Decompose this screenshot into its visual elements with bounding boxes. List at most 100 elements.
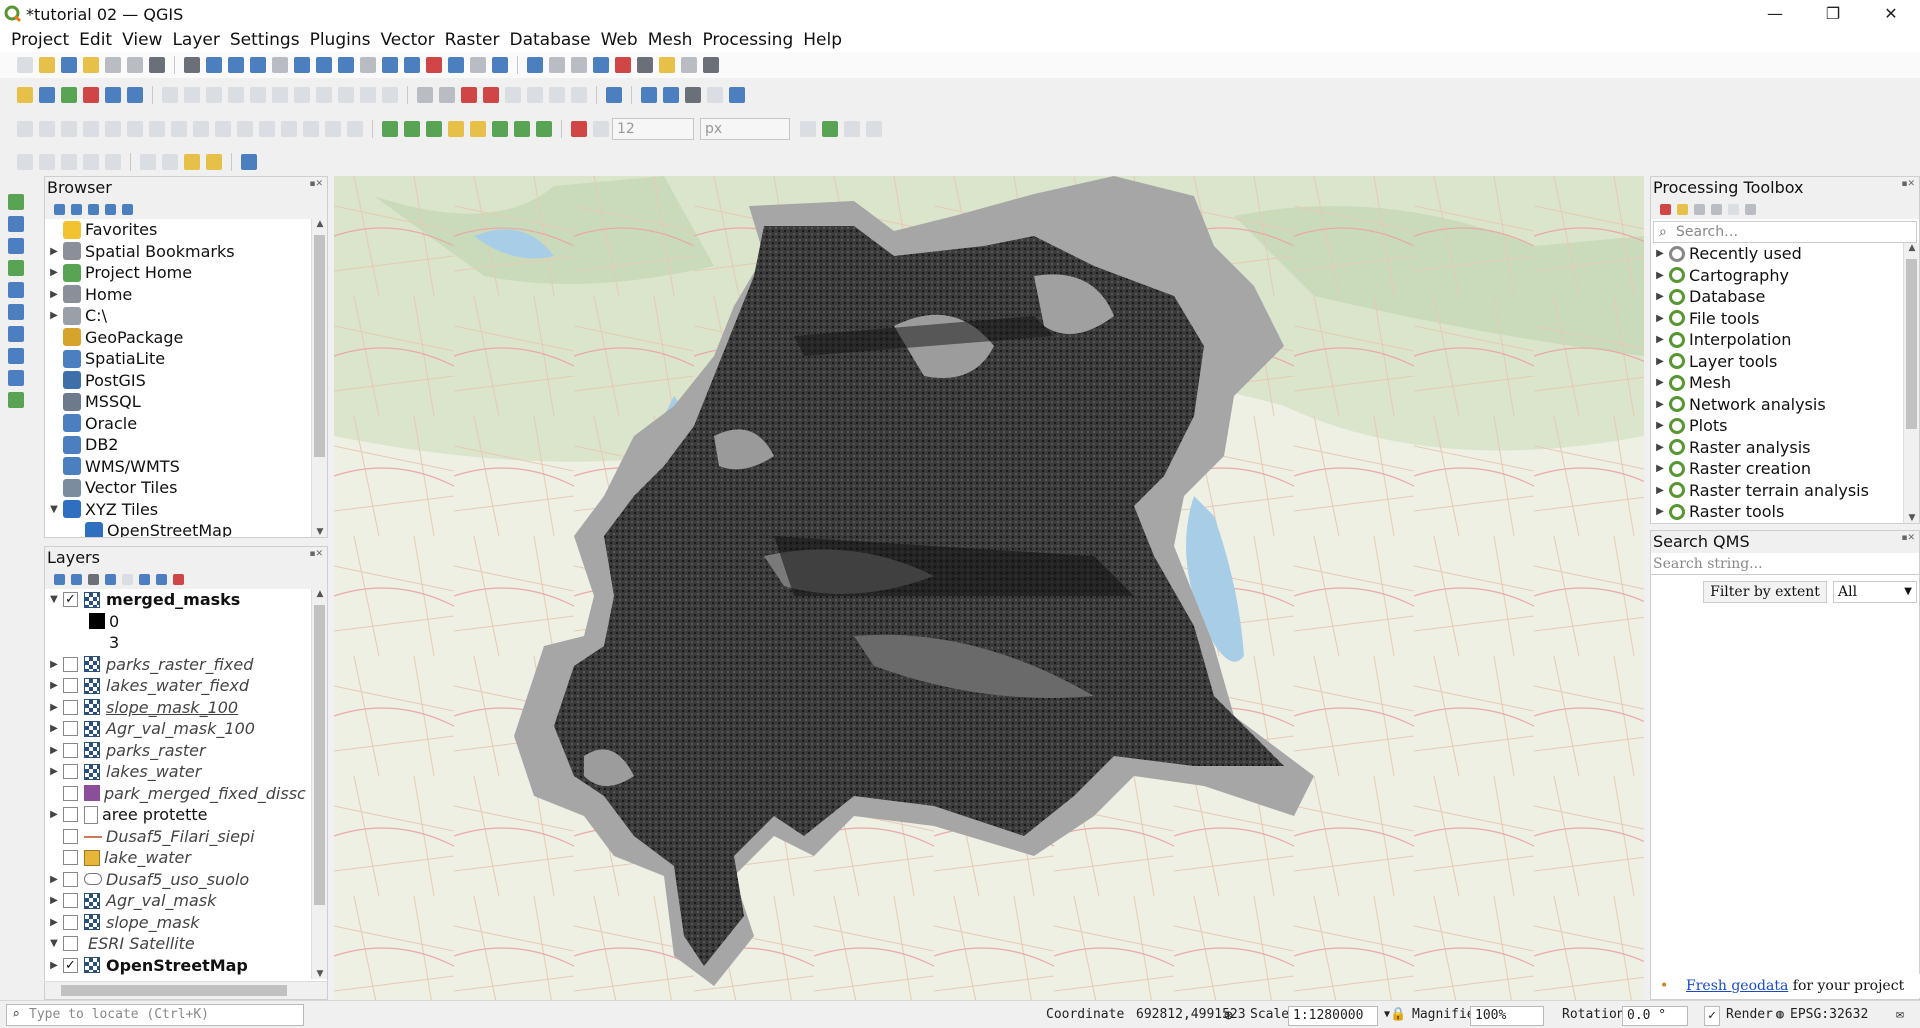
layer-item[interactable]: park_merged_fixed_dissc bbox=[45, 783, 309, 805]
edit-features-in-place-icon[interactable] bbox=[1728, 203, 1739, 215]
add-spatialite-icon[interactable] bbox=[8, 282, 24, 298]
layer-visibility-checkbox[interactable] bbox=[63, 721, 78, 737]
add-rectangle-icon[interactable] bbox=[61, 154, 77, 170]
rotate-label-icon[interactable] bbox=[527, 87, 543, 103]
locator-input[interactable]: ⌕ Type to locate (Ctrl+K) bbox=[6, 1004, 304, 1026]
select-by-expression-icon[interactable] bbox=[162, 154, 178, 170]
processing-provider[interactable]: ▶ Database bbox=[1651, 286, 1901, 308]
print-layout-icon[interactable] bbox=[105, 57, 121, 73]
qms-add-service-icon[interactable] bbox=[641, 87, 657, 103]
layer-visibility-checkbox[interactable] bbox=[63, 850, 78, 866]
layer-item[interactable]: ▼ ESRI Satellite bbox=[45, 933, 309, 955]
merge-attributes-icon[interactable] bbox=[303, 121, 319, 137]
layer-item[interactable]: ▶ parks_raster bbox=[45, 740, 309, 762]
browser-scrollbar[interactable]: ▲ ▼ bbox=[311, 219, 327, 537]
layer-item[interactable]: ▶ parks_raster_fixed bbox=[45, 654, 309, 676]
zoom-to-layer-icon[interactable] bbox=[338, 57, 354, 73]
layer-item[interactable]: 3 bbox=[45, 632, 309, 654]
highlight-labels-icon[interactable] bbox=[461, 87, 477, 103]
processing-provider[interactable]: ▶ Recently used bbox=[1651, 243, 1901, 265]
add-circle-icon[interactable] bbox=[17, 154, 33, 170]
add-delimited-icon[interactable] bbox=[8, 260, 24, 276]
add-vector-icon[interactable] bbox=[8, 194, 24, 210]
save-project-icon[interactable] bbox=[61, 57, 77, 73]
save-edits-icon[interactable] bbox=[206, 87, 222, 103]
browser-item[interactable]: Oracle bbox=[45, 413, 309, 435]
new-shapefile-icon[interactable] bbox=[105, 87, 121, 103]
expand-arrow-icon[interactable]: ▶ bbox=[1651, 506, 1669, 517]
expand-arrow-icon[interactable]: ▶ bbox=[45, 745, 63, 756]
delete-part-icon[interactable] bbox=[171, 121, 187, 137]
label-tool-icon[interactable] bbox=[417, 87, 433, 103]
processing-provider[interactable]: ▶ Raster terrain analysis bbox=[1651, 480, 1901, 502]
add-mesh-icon[interactable] bbox=[8, 238, 24, 254]
models-icon[interactable] bbox=[1660, 203, 1671, 215]
save-as-icon[interactable] bbox=[83, 57, 99, 73]
browser-item[interactable]: DB2 bbox=[45, 434, 309, 456]
processing-provider[interactable]: ▶ Mesh bbox=[1651, 372, 1901, 394]
profile-tool-icon[interactable] bbox=[241, 154, 257, 170]
crs-label[interactable]: EPSG:32632 bbox=[1790, 1006, 1868, 1024]
vertex-tool-icon[interactable] bbox=[250, 87, 266, 103]
fresh-geodata-link[interactable]: Fresh geodata bbox=[1686, 978, 1788, 994]
new-project-icon[interactable] bbox=[17, 57, 33, 73]
expand-arrow-icon[interactable]: ▶ bbox=[1651, 248, 1669, 259]
expand-arrow-icon[interactable]: ▶ bbox=[45, 766, 63, 777]
add-wfs-icon[interactable] bbox=[8, 326, 24, 342]
new-geopackage-icon[interactable] bbox=[127, 87, 143, 103]
layer-item[interactable]: ▶ slope_mask bbox=[45, 912, 309, 934]
style-icon[interactable] bbox=[800, 121, 816, 137]
raster-calculator-icon[interactable] bbox=[382, 121, 398, 137]
menu-view[interactable]: View bbox=[117, 30, 167, 50]
processing-search-input[interactable]: ⌕ Search… bbox=[1653, 221, 1917, 243]
layer-item[interactable]: ▼ ✓ merged_masks bbox=[45, 589, 309, 611]
expand-arrow-icon[interactable]: ▶ bbox=[45, 246, 63, 257]
add-vector-tile-icon[interactable] bbox=[8, 392, 24, 408]
scripts-icon[interactable] bbox=[1677, 203, 1688, 215]
expand-arrow-icon[interactable]: ▶ bbox=[45, 289, 63, 300]
browser-item[interactable]: ▶ C:\ bbox=[45, 305, 309, 327]
layer-item[interactable]: ▶ lakes_water_fiexd bbox=[45, 675, 309, 697]
filter-legend-icon[interactable] bbox=[105, 573, 116, 585]
layer-visibility-checkbox[interactable] bbox=[63, 914, 78, 930]
add-feature-icon[interactable] bbox=[228, 87, 244, 103]
expand-all-icon[interactable] bbox=[139, 573, 150, 585]
expand-arrow-icon[interactable]: ▶ bbox=[1651, 485, 1669, 496]
expand-arrow-icon[interactable]: ▶ bbox=[45, 960, 63, 971]
layer-visibility-checkbox[interactable] bbox=[63, 742, 78, 758]
increase-contrast-icon[interactable] bbox=[514, 121, 530, 137]
layer-item[interactable]: ▶ slope_mask_100 bbox=[45, 697, 309, 719]
expand-arrow-icon[interactable]: ▶ bbox=[45, 702, 63, 713]
menu-edit[interactable]: Edit bbox=[74, 30, 117, 50]
label-options-icon[interactable] bbox=[571, 87, 587, 103]
layer-item[interactable]: ▶ lakes_water bbox=[45, 761, 309, 783]
filter-icon[interactable] bbox=[88, 203, 99, 215]
histogram-icon[interactable] bbox=[404, 121, 420, 137]
messages-icon[interactable]: ✉ bbox=[1896, 1006, 1904, 1024]
panel-float-close-icon[interactable]: ▪✕ bbox=[1901, 179, 1915, 189]
expand-arrow-icon[interactable]: ▶ bbox=[1651, 313, 1669, 324]
layer-item[interactable]: ▶ Agr_val_mask bbox=[45, 890, 309, 912]
move-label-icon[interactable] bbox=[505, 87, 521, 103]
remove-layer-icon[interactable] bbox=[173, 573, 184, 585]
render-checkbox[interactable]: ✓ bbox=[1704, 1006, 1720, 1026]
field-calculator-icon[interactable] bbox=[571, 57, 587, 73]
layer-visibility-checkbox[interactable] bbox=[63, 807, 78, 823]
browser-item[interactable]: ▼ XYZ Tiles bbox=[45, 499, 309, 521]
processing-provider[interactable]: ▶ Plots bbox=[1651, 415, 1901, 437]
browser-item[interactable]: WMS/WMTS bbox=[45, 456, 309, 478]
rotate-feature-icon[interactable] bbox=[39, 121, 55, 137]
globe-icon[interactable] bbox=[822, 121, 838, 137]
open-layer-styling-icon[interactable] bbox=[54, 573, 65, 585]
toggle-extents-icon[interactable]: ⊛ bbox=[1224, 1006, 1233, 1024]
processing-provider[interactable]: ▶ Raster tools bbox=[1651, 501, 1901, 523]
collapse-arrow-icon[interactable]: ▼ bbox=[45, 504, 63, 515]
statistics-sigma-icon[interactable] bbox=[615, 57, 631, 73]
layer-visibility-checkbox[interactable]: ✓ bbox=[63, 592, 78, 608]
browser-item[interactable]: Vector Tiles bbox=[45, 477, 309, 499]
add-raster-layer-icon[interactable] bbox=[61, 87, 77, 103]
reshape-icon[interactable] bbox=[193, 121, 209, 137]
zoom-native-icon[interactable] bbox=[360, 57, 376, 73]
change-label-icon[interactable] bbox=[549, 87, 565, 103]
show-hide-labels-icon[interactable] bbox=[483, 87, 499, 103]
